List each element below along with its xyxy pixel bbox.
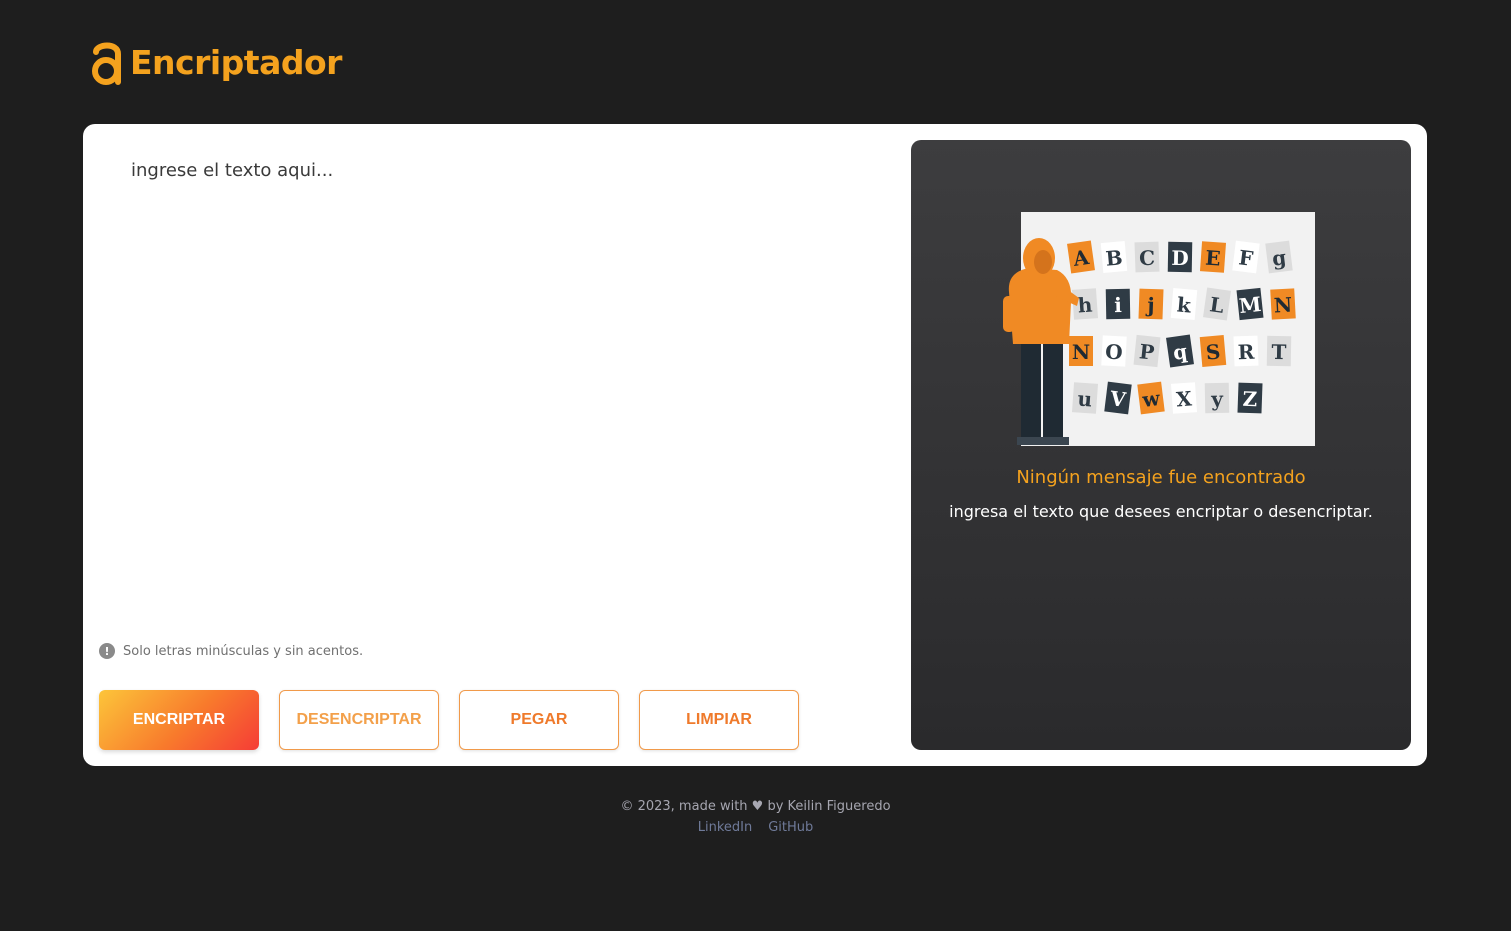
letter-tile: M bbox=[1236, 287, 1264, 321]
output-panel: ABCDEFghijkLMNNOPqSRTuVwXyZ Ningún mensa… bbox=[911, 140, 1411, 750]
letter-tile: g bbox=[1265, 240, 1293, 274]
svg-text:O: O bbox=[1105, 340, 1124, 365]
app-logo: Encriptador bbox=[90, 38, 342, 86]
svg-text:g: g bbox=[1271, 245, 1288, 271]
svg-text:B: B bbox=[1105, 245, 1124, 270]
output-title: Ningún mensaje fue encontrado bbox=[1016, 467, 1306, 488]
letter-tile: u bbox=[1071, 382, 1099, 414]
footer: © 2023, made with ♥ by Keilin Figueredo … bbox=[0, 799, 1511, 835]
letter-tile: T bbox=[1266, 335, 1292, 367]
svg-text:R: R bbox=[1237, 340, 1255, 365]
heart-icon: ♥ bbox=[751, 799, 764, 814]
letter-tile: A bbox=[1067, 240, 1095, 274]
linkedin-link[interactable]: LinkedIn bbox=[698, 820, 752, 835]
github-link[interactable]: GitHub bbox=[768, 820, 813, 835]
letter-tile: B bbox=[1100, 241, 1128, 273]
letter-tile: i bbox=[1105, 288, 1131, 320]
svg-text:N: N bbox=[1072, 340, 1090, 364]
footer-suffix: by Keilin Figueredo bbox=[767, 799, 891, 814]
hint-text: Solo letras minúsculas y sin acentos. bbox=[123, 643, 364, 659]
svg-text:F: F bbox=[1237, 245, 1254, 271]
letter-tile: E bbox=[1199, 241, 1227, 273]
letter-tile: X bbox=[1170, 382, 1198, 414]
encrypt-button[interactable]: ENCRIPTAR bbox=[99, 690, 259, 750]
footer-links: LinkedIn GitHub bbox=[0, 820, 1511, 835]
svg-text:X: X bbox=[1175, 386, 1193, 411]
letter-tile: R bbox=[1233, 335, 1259, 367]
svg-text:y: y bbox=[1210, 387, 1224, 411]
svg-text:w: w bbox=[1140, 386, 1162, 412]
svg-text:i: i bbox=[1114, 293, 1122, 317]
letter-tile: S bbox=[1199, 335, 1227, 367]
letter-tile: P bbox=[1133, 334, 1161, 368]
letter-tile: w bbox=[1137, 381, 1165, 415]
letter-tile: y bbox=[1204, 382, 1230, 414]
svg-text:D: D bbox=[1171, 246, 1189, 270]
letter-tile: D bbox=[1167, 241, 1193, 273]
svg-text:Z: Z bbox=[1242, 387, 1257, 411]
footer-credit: © 2023, made with ♥ by Keilin Figueredo bbox=[0, 799, 1511, 814]
letter-tile: Z bbox=[1237, 382, 1263, 414]
svg-text:h: h bbox=[1077, 292, 1094, 317]
letter-tile: N bbox=[1270, 288, 1296, 320]
svg-text:P: P bbox=[1138, 339, 1155, 364]
letter-tile: O bbox=[1101, 335, 1127, 367]
svg-text:u: u bbox=[1077, 387, 1093, 412]
svg-text:M: M bbox=[1238, 292, 1263, 318]
letter-tile: q bbox=[1166, 334, 1194, 368]
clear-button[interactable]: LIMPIAR bbox=[639, 690, 799, 750]
letter-tile: L bbox=[1203, 287, 1231, 321]
letter-a-icon bbox=[92, 42, 121, 85]
input-hint: ! Solo letras minúsculas y sin acentos. bbox=[99, 643, 363, 659]
text-input[interactable] bbox=[131, 160, 891, 630]
exclamation-icon: ! bbox=[99, 643, 115, 659]
svg-text:T: T bbox=[1271, 340, 1286, 364]
app-title: Encriptador bbox=[130, 42, 342, 82]
svg-text:S: S bbox=[1205, 339, 1221, 364]
letter-tile: N bbox=[1069, 336, 1093, 366]
letter-tile: V bbox=[1104, 381, 1132, 415]
svg-text:C: C bbox=[1139, 246, 1156, 271]
paste-button[interactable]: PEGAR bbox=[459, 690, 619, 750]
letter-tile: j bbox=[1138, 288, 1164, 320]
main-card: ! Solo letras minúsculas y sin acentos. … bbox=[83, 124, 1427, 766]
letters-wall-illustration: A B C D E Fgh i j k L M NN O Pq S R Tu Vw Xy Z bbox=[1003, 212, 1315, 446]
footer-prefix: © 2023, made with bbox=[620, 799, 748, 814]
letter-tile: k bbox=[1170, 288, 1198, 320]
decrypt-button[interactable]: DESENCRIPTAR bbox=[279, 690, 439, 750]
svg-text:E: E bbox=[1204, 245, 1221, 270]
letter-tile: C bbox=[1134, 241, 1160, 273]
letter-tile: F bbox=[1232, 240, 1260, 274]
svg-text:N: N bbox=[1273, 293, 1293, 318]
svg-text:V: V bbox=[1108, 386, 1128, 412]
output-subtitle: ingresa el texto que desees encriptar o … bbox=[949, 502, 1373, 521]
